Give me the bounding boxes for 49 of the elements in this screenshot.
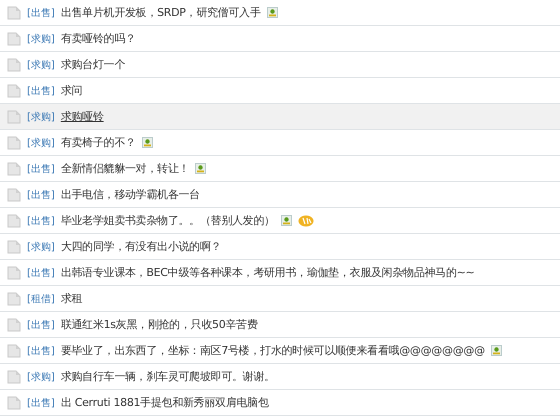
category-link[interactable]: [租借] <box>27 292 55 306</box>
thread-title-link[interactable]: 出售单片机开发板，SRDP，研究僧可入手 <box>60 5 261 20</box>
category-link[interactable]: [出售] <box>27 396 55 410</box>
category-link[interactable]: [求购] <box>27 370 55 384</box>
document-icon <box>7 240 21 254</box>
document-icon <box>7 162 21 176</box>
category-link[interactable]: [出售] <box>27 188 55 202</box>
thread-title-link[interactable]: 求问 <box>60 83 82 98</box>
thread-title-link[interactable]: 出韩语专业课本，BEC中级等各种课本，考研用书，瑜伽垫，衣服及闲杂物品神马的~~ <box>60 265 474 280</box>
thread-title-link[interactable]: 大四的同学，有没有出小说的啊？ <box>60 239 222 254</box>
thread-title-link[interactable]: 出手电信，移动学霸机各一台 <box>60 187 200 202</box>
thread-title-link[interactable]: 出 Cerruti 1881手提包和新秀丽双肩电脑包 <box>60 395 269 410</box>
document-icon <box>7 6 21 20</box>
category-link[interactable]: [出售] <box>27 344 55 358</box>
document-icon <box>7 396 21 410</box>
thread-title-link[interactable]: 求购台灯一个 <box>60 57 126 72</box>
thread-title-link[interactable]: 全新情侣貔貅一对，转让！ <box>60 161 190 176</box>
document-icon <box>7 32 21 46</box>
document-icon <box>7 266 21 280</box>
category-link[interactable]: [出售] <box>27 214 55 228</box>
category-link[interactable]: [求购] <box>27 58 55 72</box>
document-icon <box>7 110 21 124</box>
thread-title-link[interactable]: 有卖哑铃的吗？ <box>60 31 136 46</box>
document-icon <box>7 84 21 98</box>
thread-title-link[interactable]: 联通红米1s灰黑，刚抢的，只收50辛苦费 <box>60 317 258 332</box>
thread-title-link[interactable]: 要毕业了，出东西了，坐标：南区7号楼，打水的时候可以顺便来看看哦@@@@@@@@ <box>60 343 485 358</box>
document-icon <box>7 136 21 150</box>
thread-title-link[interactable]: 毕业老学姐卖书卖杂物了。。（替别人发的） <box>60 213 275 228</box>
thread-row[interactable]: [求购] 求购哑铃 <box>0 104 560 130</box>
category-link[interactable]: [出售] <box>27 84 55 98</box>
document-icon <box>7 188 21 202</box>
category-link[interactable]: [出售] <box>27 266 55 280</box>
category-link[interactable]: [出售] <box>27 162 55 176</box>
category-link[interactable]: [求购] <box>27 32 55 46</box>
category-link[interactable]: [出售] <box>27 6 55 20</box>
thread-title-link[interactable]: 求购哑铃 <box>60 109 104 124</box>
thread-title-link[interactable]: 求租 <box>60 291 82 306</box>
document-icon <box>7 58 21 72</box>
thread-title-link[interactable]: 有卖椅子的不？ <box>60 135 136 150</box>
category-link[interactable]: [出售] <box>27 318 55 332</box>
thread-title-link[interactable]: 求购自行车一辆，刹车灵可爬坡即可。谢谢。 <box>60 369 275 384</box>
document-icon <box>7 292 21 306</box>
document-icon <box>7 344 21 358</box>
document-icon <box>7 370 21 384</box>
category-link[interactable]: [求购] <box>27 240 55 254</box>
category-link[interactable]: [求购] <box>27 110 55 124</box>
document-icon <box>7 318 21 332</box>
category-link[interactable]: [求购] <box>27 136 55 150</box>
document-icon <box>7 214 21 228</box>
